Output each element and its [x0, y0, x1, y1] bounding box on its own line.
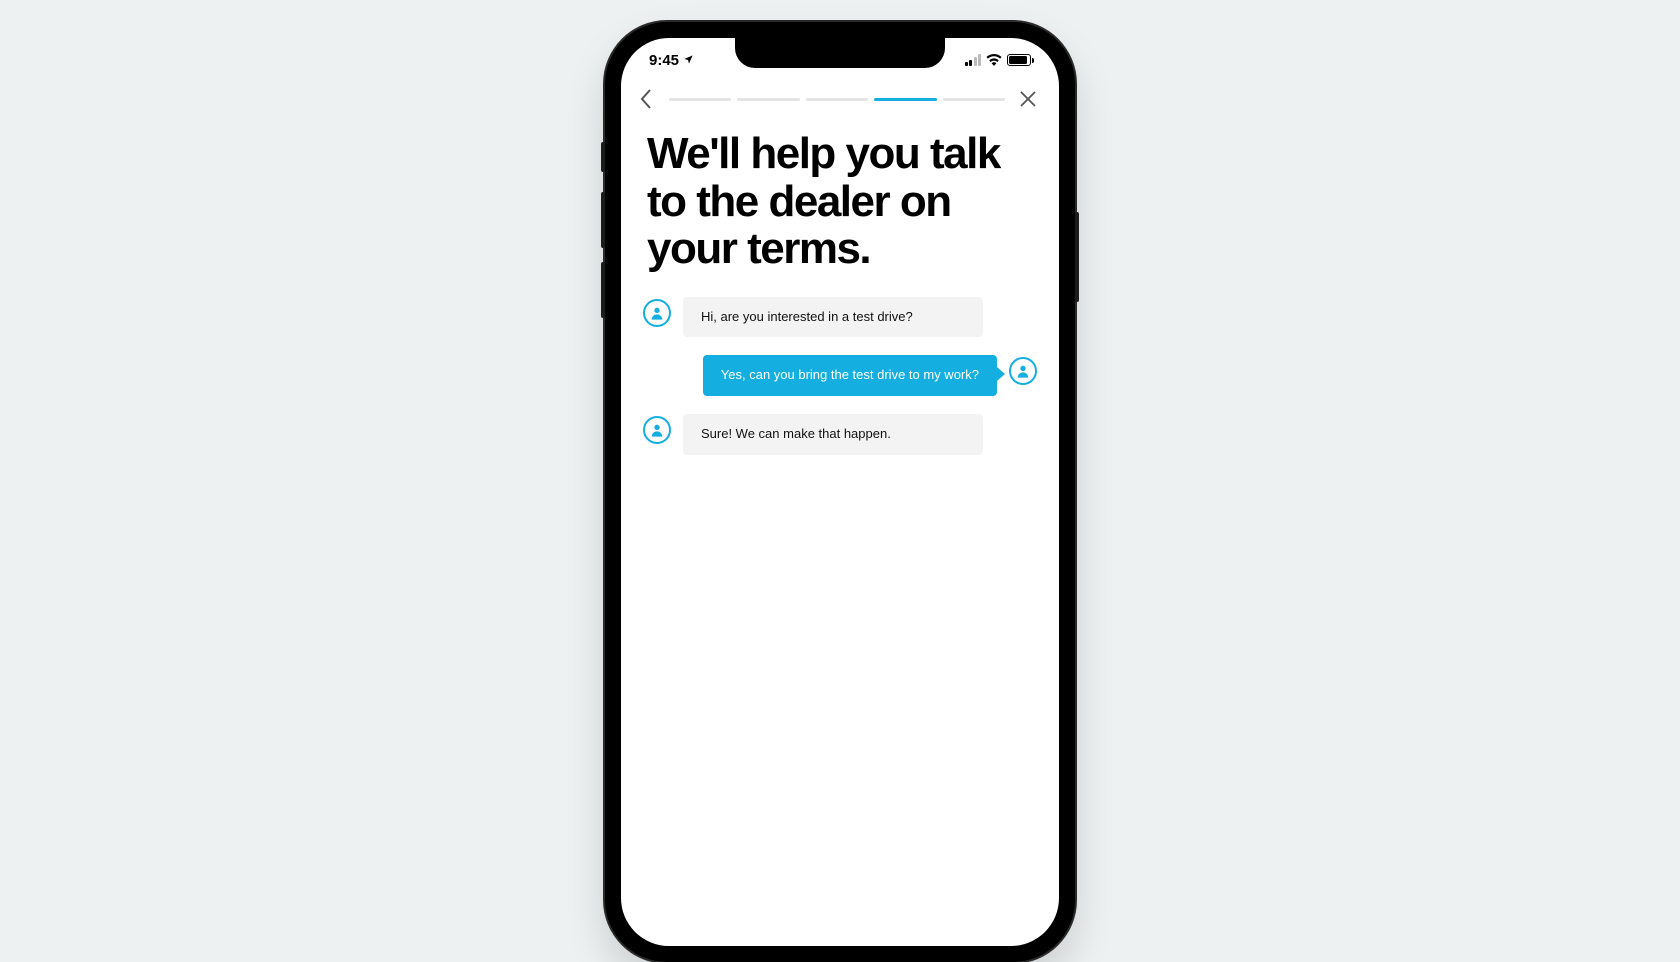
progress-bar: [669, 98, 1005, 101]
progress-segment-active: [874, 98, 936, 101]
chat-message: Yes, can you bring the test drive to my …: [643, 355, 1037, 396]
phone-frame: 9:45: [605, 22, 1075, 962]
status-time-group: 9:45: [649, 52, 694, 69]
avatar-icon: [643, 416, 671, 444]
avatar-icon: [643, 299, 671, 327]
progress-segment: [669, 98, 731, 101]
chat-bubble: Sure! We can make that happen.: [683, 414, 983, 455]
back-button[interactable]: [633, 86, 659, 112]
side-button: [601, 192, 605, 248]
side-button: [601, 262, 605, 318]
phone-screen: 9:45: [621, 38, 1059, 946]
progress-segment: [943, 98, 1005, 101]
avatar-icon: [1009, 357, 1037, 385]
wifi-icon: [986, 54, 1002, 66]
chat-message: Sure! We can make that happen.: [643, 414, 1037, 455]
battery-icon: [1007, 54, 1031, 66]
side-button: [601, 142, 605, 172]
chat-bubble: Yes, can you bring the test drive to my …: [703, 355, 997, 396]
location-icon: [683, 52, 694, 69]
side-button: [1075, 212, 1079, 302]
chat-message: Hi, are you interested in a test drive?: [643, 297, 1037, 338]
chat-bubble: Hi, are you interested in a test drive?: [683, 297, 983, 338]
nav-bar: [621, 82, 1059, 114]
progress-segment: [806, 98, 868, 101]
status-time: 9:45: [649, 52, 679, 69]
cellular-icon: [965, 54, 982, 66]
progress-segment: [737, 98, 799, 101]
status-indicators: [965, 54, 1032, 66]
close-button[interactable]: [1015, 86, 1041, 112]
chat-list: Hi, are you interested in a test drive? …: [621, 297, 1059, 456]
phone-notch: [735, 38, 945, 68]
page-heading: We'll help you talk to the dealer on you…: [621, 114, 1059, 297]
